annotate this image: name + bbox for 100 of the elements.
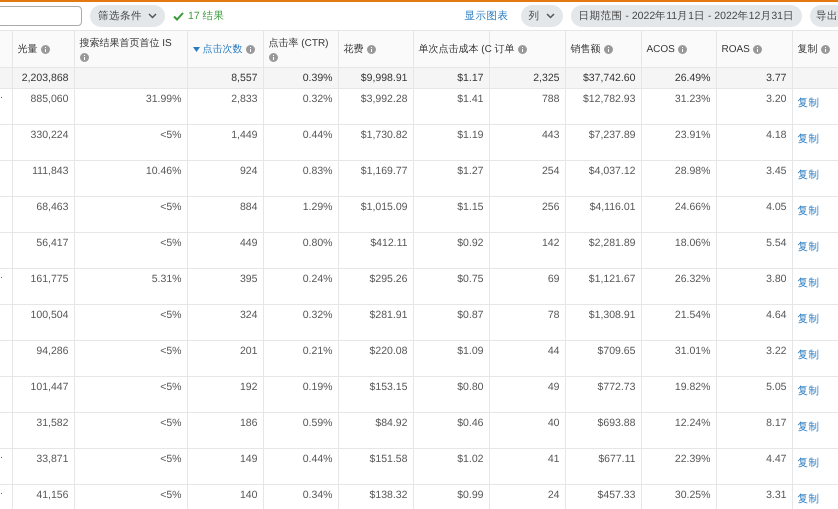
table-cell: 41: [548, 453, 560, 465]
table-cell: $1.41: [457, 93, 484, 105]
info-icon: [678, 44, 687, 54]
export-button[interactable]: 导出: [810, 5, 838, 27]
search-field[interactable]: [0, 6, 82, 26]
table-cell: 1.29%: [302, 201, 332, 213]
table-cell: <5%: [160, 237, 182, 249]
table-cell: $1.02: [457, 453, 484, 465]
table-cell: $0.80: [457, 381, 484, 393]
table-cell: 100,504: [30, 309, 68, 321]
table-cell: 24: [548, 489, 560, 501]
copy-link[interactable]: 复制: [798, 169, 820, 181]
copy-link[interactable]: 复制: [798, 205, 820, 217]
table-cell: 3.20: [766, 93, 786, 105]
copy-link[interactable]: 复制: [798, 457, 820, 469]
table-cell: 40: [548, 417, 560, 429]
table-cell: 18.06%: [674, 237, 710, 249]
table-cell: $12,782.93: [582, 93, 636, 105]
table-cell: 4.47: [766, 453, 786, 465]
copy-link[interactable]: 复制: [798, 385, 820, 397]
table-cell: 0.44%: [302, 129, 332, 141]
truncated-text: .: [0, 90, 3, 101]
copy-link[interactable]: 复制: [798, 421, 820, 433]
table-cell: 4.64: [766, 309, 786, 321]
table-cell: 449: [240, 237, 258, 249]
table-cell: $1,308.91: [588, 309, 636, 321]
table-cell: 201: [240, 345, 258, 357]
table-cell: 0.80%: [302, 237, 332, 249]
table-cell: 111,843: [32, 165, 68, 177]
copy-link[interactable]: 复制: [798, 313, 820, 325]
info-icon: [518, 44, 526, 54]
info-icon: [246, 44, 254, 54]
table-cell: $0.75: [457, 273, 484, 285]
table-cell: 254: [542, 165, 560, 177]
table-cell: 161,775: [30, 273, 68, 285]
table-cell: 0.34%: [302, 489, 332, 501]
columns-dropdown[interactable]: 列: [520, 5, 563, 27]
table-cell: $709.65: [598, 345, 636, 357]
table-cell: 0.83%: [302, 165, 332, 177]
table-cell: 31.99%: [146, 93, 182, 105]
table-cell: <5%: [160, 453, 182, 465]
info-icon: [820, 44, 830, 54]
table-cell: 3.80: [766, 273, 786, 285]
table-cell: 0.19%: [302, 381, 332, 393]
table-cell: 330,224: [30, 129, 68, 141]
table-cell: 33,871: [36, 453, 68, 465]
info-icon: [604, 44, 612, 54]
table-cell: 31.01%: [674, 345, 710, 357]
table-cell: $1,015.09: [360, 201, 408, 213]
table-cell: 44: [548, 345, 560, 357]
table-cell: 884: [240, 201, 258, 213]
copy-link[interactable]: 复制: [798, 97, 820, 109]
table-cell: $772.73: [598, 381, 636, 393]
copy-link[interactable]: 复制: [798, 349, 820, 361]
table-cell: <5%: [160, 309, 182, 321]
table-cell: $281.91: [370, 309, 408, 321]
filter-dropdown[interactable]: 筛选条件: [90, 5, 165, 27]
table-cell: $457.33: [598, 489, 636, 501]
table-cell: 788: [542, 93, 560, 105]
table-cell: <5%: [160, 381, 182, 393]
table-cell: $3,992.28: [360, 93, 408, 105]
table-cell: $0.99: [457, 489, 484, 501]
table-cell: 3.45: [766, 165, 786, 177]
table-cell: 69: [548, 273, 560, 285]
table-cell: $153.15: [370, 381, 408, 393]
table-cell: <5%: [160, 129, 182, 141]
table-cell: 0.21%: [302, 345, 332, 357]
table-cell: $2,281.89: [588, 237, 636, 249]
table-cell: 924: [240, 165, 258, 177]
table-cell: 3.22: [766, 345, 786, 357]
table-cell: 186: [240, 417, 258, 429]
table-cell: $0.92: [457, 237, 484, 249]
show-chart-link[interactable]: 显示图表: [464, 9, 509, 23]
table-cell: 0.59%: [302, 417, 332, 429]
truncated-text: .: [0, 486, 3, 497]
table-cell: 0.32%: [302, 93, 332, 105]
date-range-button[interactable]: 日期范围 - 2022年11月1日 - 2022年12月31日: [570, 5, 802, 27]
table-cell: $4,037.12: [588, 165, 636, 177]
table-cell: 101,447: [30, 381, 68, 393]
table-cell: $0.46: [457, 417, 484, 429]
copy-link[interactable]: 复制: [798, 241, 820, 253]
total-value: 3.77: [766, 72, 786, 84]
table-cell: 149: [240, 453, 258, 465]
copy-link[interactable]: 复制: [798, 133, 820, 145]
table-cell: 0.32%: [302, 309, 332, 321]
table-cell: 8.17: [766, 417, 786, 429]
total-value: $37,742.60: [582, 72, 636, 84]
table-cell: 21.54%: [674, 309, 710, 321]
table-cell: $4,116.01: [590, 201, 636, 213]
table-cell: $220.08: [370, 345, 408, 357]
check-icon: [173, 12, 184, 20]
chevron-icon: [148, 13, 157, 19]
table-cell: $7,237.89: [588, 129, 636, 141]
total-value: 8,557: [231, 72, 258, 84]
table-cell: 256: [542, 201, 560, 213]
total-value: 0.39%: [302, 72, 332, 84]
table-cell: 41,156: [36, 489, 68, 501]
copy-link[interactable]: 复制: [798, 277, 820, 289]
table-cell: 22.39%: [674, 453, 710, 465]
table-cell: $1,169.77: [360, 165, 408, 177]
